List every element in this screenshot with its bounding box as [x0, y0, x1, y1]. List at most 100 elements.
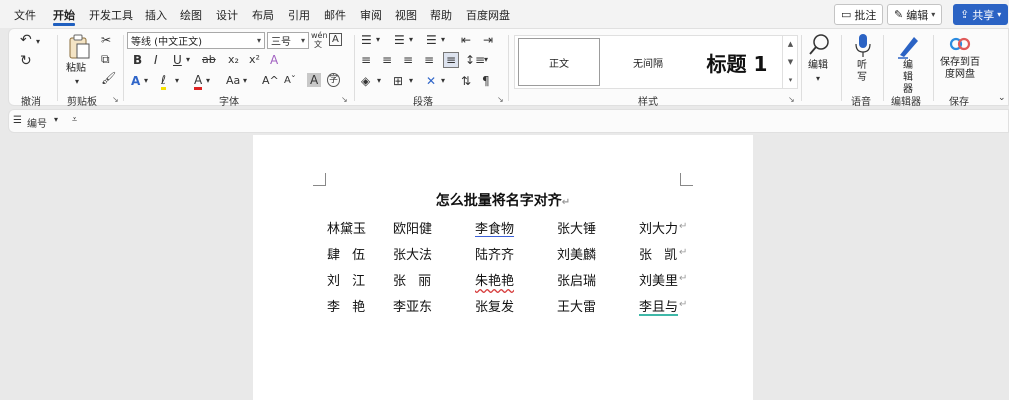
character-border-icon[interactable]: A — [329, 33, 342, 46]
grow-font-icon[interactable]: A^ — [262, 74, 279, 88]
style-normal[interactable]: 正文 — [518, 38, 600, 86]
show-marks-icon[interactable]: ¶ — [482, 74, 490, 88]
line-spacing-icon[interactable]: ↕≡ — [465, 53, 485, 67]
paste-button[interactable]: 粘贴 ▾ — [64, 33, 94, 86]
tab-view[interactable]: 视图 — [395, 7, 417, 23]
underline-icon[interactable]: U — [173, 53, 182, 67]
cut-icon[interactable]: ✂ — [101, 33, 111, 47]
italic-icon[interactable]: I — [154, 53, 158, 67]
group-label-paragraph: 段落 — [413, 97, 433, 108]
text-effects-icon[interactable]: A — [131, 74, 140, 88]
tab-design[interactable]: 设计 — [216, 7, 238, 23]
font-size-combo[interactable]: 三号 ▾ — [267, 32, 309, 49]
undo-icon[interactable]: ↶ — [20, 33, 32, 47]
comments-button[interactable]: ▭ 批注 — [834, 4, 884, 25]
tab-baidu-netdisk[interactable]: 百度网盘 — [466, 7, 510, 23]
justify-icon[interactable]: ≡ — [424, 53, 434, 67]
customize-toolbar-icon[interactable]: ⩡ — [72, 115, 77, 125]
tab-file[interactable]: 文件 — [14, 7, 36, 23]
chevron-down-icon[interactable]: ▾ — [36, 35, 40, 49]
highlight-icon[interactable]: ℓ — [161, 73, 166, 90]
numbering-icon[interactable]: ☰ — [394, 33, 405, 47]
chevron-down-icon[interactable]: ▾ — [441, 33, 445, 47]
chevron-down-icon[interactable]: ▾ — [54, 115, 58, 124]
editing-button[interactable]: 编辑 ▾ — [806, 33, 834, 89]
numbering-list-icon[interactable]: ☰ — [13, 115, 22, 126]
tab-layout[interactable]: 布局 — [252, 7, 274, 23]
clipboard-launcher-icon[interactable]: ↘ — [112, 95, 119, 104]
chevron-down-icon[interactable]: ▾ — [409, 74, 413, 88]
borders-icon[interactable]: ⊞ — [393, 74, 403, 88]
increase-indent-icon[interactable]: ⇥ — [483, 33, 493, 47]
styles-launcher-icon[interactable]: ↘ — [788, 95, 795, 104]
chevron-down-icon[interactable]: ▾ — [186, 53, 190, 67]
editing-mode-button[interactable]: ✎ 编辑 ▾ — [887, 4, 943, 25]
change-case-icon[interactable]: Aa — [226, 74, 240, 88]
clear-formatting-icon[interactable]: A — [270, 53, 278, 67]
chevron-down-icon[interactable]: ▾ — [377, 74, 381, 88]
bullets-icon[interactable]: ☰ — [361, 33, 372, 47]
multilevel-list-icon[interactable]: ☰ — [426, 33, 437, 47]
paragraph-launcher-icon[interactable]: ↘ — [497, 95, 504, 104]
group-separator — [841, 35, 842, 101]
chevron-down-icon[interactable]: ▾ — [243, 74, 247, 88]
font-launcher-icon[interactable]: ↘ — [341, 95, 348, 104]
enclose-characters-icon[interactable]: 字 — [327, 73, 341, 87]
save-to-baidu-button[interactable]: 保存到百度网盘 — [937, 33, 983, 89]
subscript-icon[interactable]: x₂ — [228, 53, 239, 67]
distributed-align-icon[interactable]: ≡ — [443, 52, 460, 68]
tab-references[interactable]: 引用 — [288, 7, 310, 23]
styles-scroll[interactable]: ▲ ▼ ▾ — [782, 35, 798, 89]
copy-icon[interactable]: ⧉ — [101, 52, 110, 66]
redo-icon[interactable]: ↻ — [20, 54, 32, 68]
bold-icon[interactable]: B — [133, 53, 142, 67]
tab-mailings[interactable]: 邮件 — [324, 7, 346, 23]
shading-icon[interactable]: ◈ — [361, 74, 370, 88]
character-shading-icon[interactable]: A — [307, 73, 322, 87]
baidu-cloud-icon — [949, 37, 971, 51]
tab-help[interactable]: 帮助 — [430, 7, 452, 23]
chevron-up-icon[interactable]: ▲ — [788, 40, 793, 48]
chevron-down-icon[interactable]: ▾ — [441, 74, 445, 88]
document-page[interactable]: 怎么批量将名字对齐↵ 林黛玉 欧阳健 李食物 张大锤 刘大力 ↵ 肆 伍 张大法… — [253, 135, 753, 400]
chevron-down-icon[interactable]: ▾ — [144, 74, 148, 88]
group-label-save: 保存 — [949, 97, 969, 108]
asian-layout-icon[interactable]: ✕ — [426, 74, 436, 88]
align-left-icon[interactable]: ≡ — [361, 53, 371, 67]
font-color-icon[interactable]: A — [194, 73, 203, 90]
chevron-down-icon[interactable]: ▾ — [175, 74, 179, 88]
chevron-down-icon[interactable]: ▾ — [376, 33, 380, 47]
phonetic-guide-icon[interactable]: wén 文 — [311, 31, 328, 49]
strikethrough-icon[interactable]: ab — [202, 53, 216, 67]
more-styles-icon[interactable]: ▾ — [789, 76, 793, 84]
chevron-down-icon[interactable]: ▼ — [788, 58, 793, 66]
font-name-combo[interactable]: 等线 (中文正文) ▾ — [127, 32, 265, 49]
tab-developer[interactable]: 开发工具 — [89, 7, 133, 23]
style-heading-1[interactable]: 标题 1 — [693, 38, 781, 86]
name-cell: 李 艳 — [327, 300, 370, 315]
collapse-ribbon-icon[interactable]: ⌄ — [998, 91, 1006, 105]
dictate-button[interactable]: 听写 — [849, 33, 875, 89]
sort-icon[interactable]: ⇅ — [461, 74, 471, 88]
style-no-spacing[interactable]: 无间隔 — [607, 38, 689, 86]
superscript-icon[interactable]: x² — [249, 53, 260, 67]
tab-draw[interactable]: 绘图 — [180, 7, 202, 23]
chevron-down-icon[interactable]: ▾ — [484, 53, 488, 67]
quick-numbering-label[interactable]: 编号 — [27, 115, 47, 130]
group-label-clipboard: 剪贴板 — [67, 97, 97, 108]
chevron-down-icon[interactable]: ▾ — [206, 74, 210, 88]
align-center-icon[interactable]: ≡ — [382, 53, 392, 67]
editor-label: 编辑器 — [903, 60, 913, 95]
align-right-icon[interactable]: ≡ — [403, 53, 413, 67]
share-button[interactable]: ⇪ 共享 ▾ — [953, 4, 1009, 25]
editor-button[interactable]: 编辑器 — [891, 33, 925, 95]
tab-insert[interactable]: 插入 — [145, 7, 167, 23]
tab-review[interactable]: 审阅 — [360, 7, 382, 23]
paragraph-mark-icon: ↵ — [561, 197, 571, 208]
chevron-down-icon[interactable]: ▾ — [409, 33, 413, 47]
shrink-font-icon[interactable]: Aˇ — [284, 74, 296, 88]
format-painter-icon[interactable]: 🖌 — [101, 71, 116, 85]
chevron-down-icon: ▾ — [816, 74, 821, 83]
decrease-indent-icon[interactable]: ⇤ — [461, 33, 471, 47]
tab-home[interactable]: 开始 — [53, 7, 75, 23]
